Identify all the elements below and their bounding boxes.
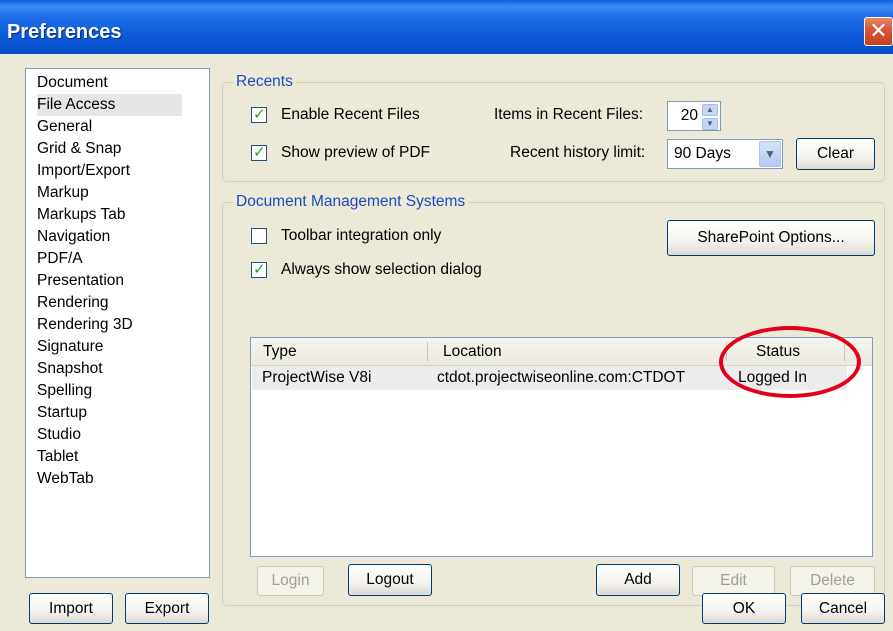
category-item-startup[interactable]: Startup <box>37 402 87 424</box>
category-item-file-access[interactable]: File Access <box>37 94 182 116</box>
close-icon[interactable]: ✕ <box>864 17 893 46</box>
category-item-navigation[interactable]: Navigation <box>37 226 110 248</box>
check-icon: ✓ <box>253 144 266 161</box>
check-icon: ✓ <box>253 261 266 278</box>
items-in-recent-value: 20 <box>680 107 698 124</box>
add-button[interactable]: Add <box>596 564 680 596</box>
items-in-recent-label: Items in Recent Files: <box>494 106 644 123</box>
column-separator[interactable] <box>726 342 727 361</box>
enable-recent-label: Enable Recent Files <box>281 106 420 123</box>
column-header-type[interactable]: Type <box>251 338 427 365</box>
edit-button[interactable]: Edit <box>692 566 775 596</box>
category-list[interactable]: Document File Access General Grid & Snap… <box>25 68 210 578</box>
items-in-recent-stepper[interactable]: 20 ▲ ▼ <box>667 101 721 131</box>
toolbar-only-label: Toolbar integration only <box>281 227 442 244</box>
category-item-markups-tab[interactable]: Markups Tab <box>37 204 125 226</box>
delete-button[interactable]: Delete <box>790 566 875 596</box>
category-item-snapshot[interactable]: Snapshot <box>37 358 103 380</box>
category-item-import-export[interactable]: Import/Export <box>37 160 130 182</box>
column-separator[interactable] <box>427 342 428 361</box>
cell-type: ProjectWise V8i <box>262 369 372 386</box>
category-item-pdfa[interactable]: PDF/A <box>37 248 83 270</box>
category-item-signature[interactable]: Signature <box>37 336 103 358</box>
chevron-down-icon[interactable]: ▼ <box>759 141 781 167</box>
category-item-rendering-3d[interactable]: Rendering 3D <box>37 314 133 336</box>
clear-button[interactable]: Clear <box>796 138 875 170</box>
recents-group <box>222 82 885 182</box>
show-preview-label: Show preview of PDF <box>281 144 431 161</box>
recents-group-label: Recents <box>233 73 296 91</box>
category-item-general[interactable]: General <box>37 116 92 138</box>
export-button[interactable]: Export <box>125 593 209 624</box>
window-title: Preferences <box>7 21 122 43</box>
check-icon: ✓ <box>253 106 266 123</box>
import-button[interactable]: Import <box>29 593 113 624</box>
show-preview-checkbox[interactable]: ✓ <box>251 144 267 161</box>
column-header-location[interactable]: Location <box>431 338 726 365</box>
title-bar: Preferences ✕ <box>0 0 893 54</box>
history-limit-label: Recent history limit: <box>510 144 646 161</box>
sharepoint-options-button[interactable]: SharePoint Options... <box>667 220 875 256</box>
category-item-presentation[interactable]: Presentation <box>37 270 124 292</box>
category-item-tablet[interactable]: Tablet <box>37 446 78 468</box>
dms-list[interactable]: Type Location Status ProjectWise V8i ctd… <box>250 337 873 557</box>
chevron-down-icon[interactable]: ▼ <box>702 118 718 130</box>
column-separator[interactable] <box>844 342 845 361</box>
category-item-grid-snap[interactable]: Grid & Snap <box>37 138 121 160</box>
history-limit-select[interactable]: 90 Days ▼ <box>667 139 783 169</box>
cancel-button[interactable]: Cancel <box>801 593 885 624</box>
login-button[interactable]: Login <box>257 566 324 596</box>
column-header-status[interactable]: Status <box>744 338 844 365</box>
category-item-studio[interactable]: Studio <box>37 424 81 446</box>
category-item-document[interactable]: Document <box>37 72 108 94</box>
table-row[interactable]: ProjectWise V8i ctdot.projectwiseonline.… <box>252 366 847 390</box>
always-show-checkbox[interactable]: ✓ <box>251 261 267 278</box>
history-limit-value: 90 Days <box>674 145 731 162</box>
chevron-up-icon[interactable]: ▲ <box>702 104 718 116</box>
toolbar-only-checkbox[interactable] <box>251 228 267 244</box>
dms-list-header: Type Location Status <box>251 338 872 366</box>
category-item-rendering[interactable]: Rendering <box>37 292 109 314</box>
dms-group-label: Document Management Systems <box>233 193 469 211</box>
always-show-label: Always show selection dialog <box>281 261 482 278</box>
cell-status: Logged In <box>738 369 807 386</box>
category-item-webtab[interactable]: WebTab <box>37 468 94 490</box>
enable-recent-checkbox[interactable]: ✓ <box>251 106 267 123</box>
logout-button[interactable]: Logout <box>348 564 432 596</box>
category-item-spelling[interactable]: Spelling <box>37 380 92 402</box>
cell-location: ctdot.projectwiseonline.com:CTDOT <box>437 369 686 386</box>
ok-button[interactable]: OK <box>702 593 786 624</box>
category-item-markup[interactable]: Markup <box>37 182 89 204</box>
